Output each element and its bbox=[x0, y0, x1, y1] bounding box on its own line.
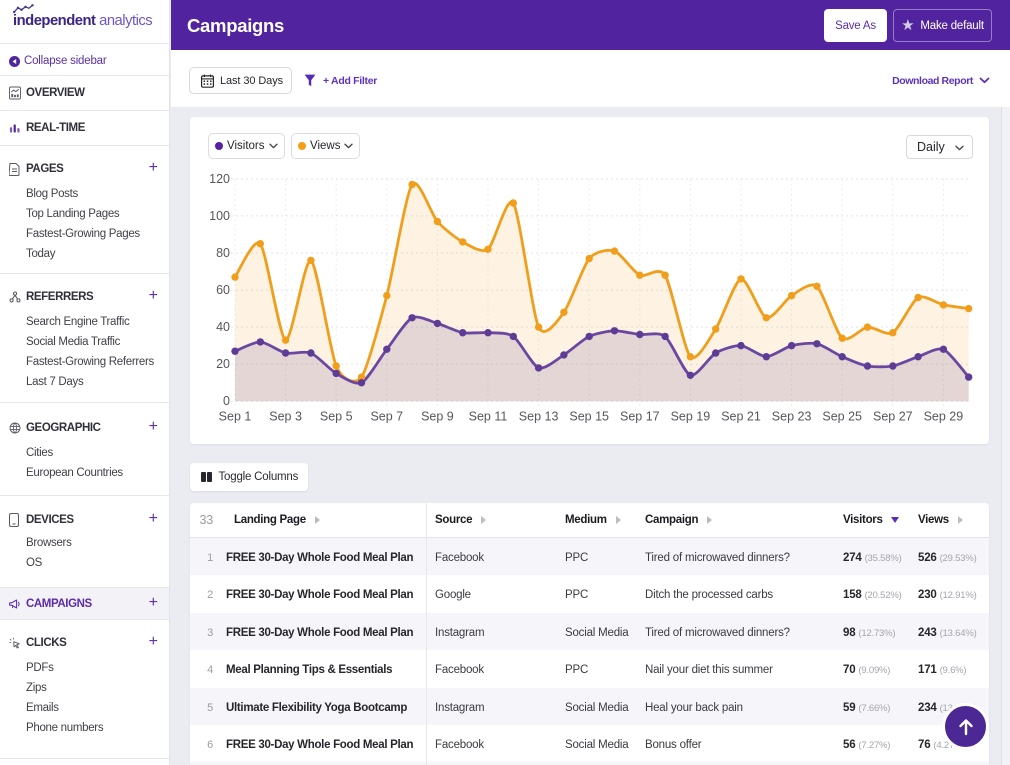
svg-text:Sep 11: Sep 11 bbox=[469, 410, 508, 424]
svg-text:Sep 7: Sep 7 bbox=[370, 410, 403, 424]
svg-text:Sep 13: Sep 13 bbox=[519, 410, 559, 424]
svg-text:120: 120 bbox=[209, 172, 230, 186]
svg-text:Sep 27: Sep 27 bbox=[873, 410, 913, 424]
svg-text:Sep 25: Sep 25 bbox=[822, 410, 862, 424]
svg-text:Sep 21: Sep 21 bbox=[721, 410, 761, 424]
svg-text:Sep 15: Sep 15 bbox=[569, 410, 609, 424]
svg-text:0: 0 bbox=[223, 394, 230, 408]
svg-text:Sep 3: Sep 3 bbox=[269, 410, 302, 424]
svg-text:100: 100 bbox=[209, 209, 230, 223]
svg-text:Sep 9: Sep 9 bbox=[421, 410, 454, 424]
svg-text:Sep 17: Sep 17 bbox=[620, 410, 660, 424]
svg-text:Sep 29: Sep 29 bbox=[924, 410, 964, 424]
svg-text:Sep 23: Sep 23 bbox=[772, 410, 812, 424]
svg-text:60: 60 bbox=[216, 283, 230, 297]
svg-text:Sep 5: Sep 5 bbox=[320, 410, 353, 424]
svg-text:40: 40 bbox=[216, 320, 230, 334]
svg-text:Sep 1: Sep 1 bbox=[219, 410, 252, 424]
svg-text:Sep 19: Sep 19 bbox=[671, 410, 711, 424]
svg-text:80: 80 bbox=[216, 246, 230, 260]
svg-text:20: 20 bbox=[216, 357, 230, 371]
